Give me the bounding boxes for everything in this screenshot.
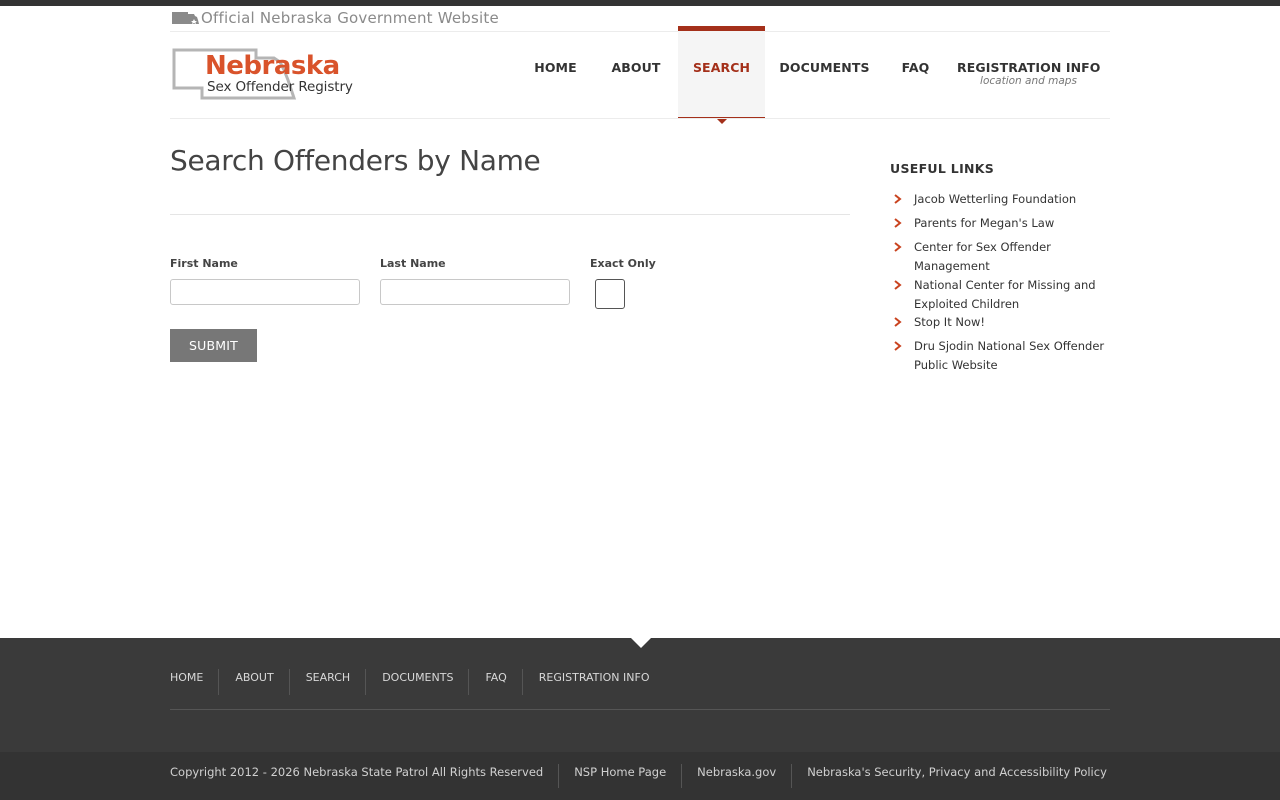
last-name-label: Last Name [380,257,446,270]
footer-divider [170,709,1110,710]
logo-title: Nebraska [205,51,340,81]
nav-item-label: FAQ [901,60,930,75]
footer-nav-home[interactable]: HOME [170,669,218,695]
page-title: Search Offenders by Name [170,144,541,177]
active-caret-icon [716,119,727,124]
useful-links-title: USEFUL LINKS [890,161,995,176]
nav-item-label: DOCUMENTS [779,60,870,75]
footer: HOME ABOUT SEARCH DOCUMENTS FAQ REGISTRA… [0,638,1280,752]
useful-link-text: Stop It Now! [914,315,986,329]
exact-only-checkbox[interactable] [595,279,625,309]
nav-item-label: HOME [534,60,577,75]
privacy-policy-link[interactable]: Nebraska's Security, Privacy and Accessi… [791,764,1122,788]
chevron-right-icon [894,280,902,290]
exact-only-label: Exact Only [590,257,656,270]
nav-item-registration-info[interactable]: REGISTRATION INFO location and maps [957,26,1100,119]
bottom-links: Copyright 2012 - 2026 Nebraska State Pat… [170,764,1122,788]
useful-link-text: Dru Sjodin National Sex Offender Public … [914,339,1105,372]
nav-item-about[interactable]: ABOUT [604,26,668,119]
footer-nav-registration-info[interactable]: REGISTRATION INFO [521,669,665,695]
nav-item-label: REGISTRATION INFO [957,60,1101,75]
footer-notch-icon [631,638,651,648]
nav-item-label: ABOUT [611,60,661,75]
footer-nav-about[interactable]: ABOUT [218,669,288,695]
last-name-input[interactable] [380,279,570,305]
nav-item-search[interactable]: SEARCH [678,26,765,124]
useful-link-text: Jacob Wetterling Foundation [914,192,1077,206]
first-name-label: First Name [170,257,238,270]
nav-item-faq[interactable]: FAQ [894,26,937,119]
footer-nav-documents[interactable]: DOCUMENTS [365,669,468,695]
nebraska-state-icon [172,12,199,24]
footer-nav-search[interactable]: SEARCH [288,669,366,695]
title-divider [170,214,850,215]
footer-nav: HOME ABOUT SEARCH DOCUMENTS FAQ REGISTRA… [170,669,665,695]
nebraska-gov-link[interactable]: Nebraska.gov [681,764,791,788]
official-banner-text: Official Nebraska Government Website [201,9,499,27]
chevron-right-icon [894,341,902,351]
nav-item-sublabel: location and maps [980,75,1077,87]
nav-item-label: SEARCH [692,60,751,75]
nav-divider [170,118,1110,119]
chevron-right-icon [894,242,902,252]
logo-subtitle: Sex Offender Registry [207,79,353,95]
first-name-input[interactable] [170,279,360,305]
nav-item-documents[interactable]: DOCUMENTS [775,26,874,119]
footer-nav-faq[interactable]: FAQ [468,669,521,695]
bottom-bar: Copyright 2012 - 2026 Nebraska State Pat… [0,752,1280,800]
chevron-right-icon [894,218,902,228]
official-banner[interactable]: Official Nebraska Government Website [172,9,499,27]
top-bar [0,0,1280,6]
chevron-right-icon [894,194,902,204]
nav-item-home[interactable]: HOME [527,26,584,119]
copyright-text: Copyright 2012 - 2026 Nebraska State Pat… [170,765,544,779]
useful-link-text: Parents for Megan's Law [914,216,1055,230]
chevron-right-icon [894,317,902,327]
submit-button[interactable]: SUBMIT [170,329,257,362]
nsp-home-link[interactable]: NSP Home Page [558,764,681,788]
site-logo[interactable]: Nebraska Sex Offender Registry [172,48,358,100]
useful-link-text: Center for Sex Offender Management [914,240,1051,273]
useful-link-text: National Center for Missing and Exploite… [914,278,1096,311]
